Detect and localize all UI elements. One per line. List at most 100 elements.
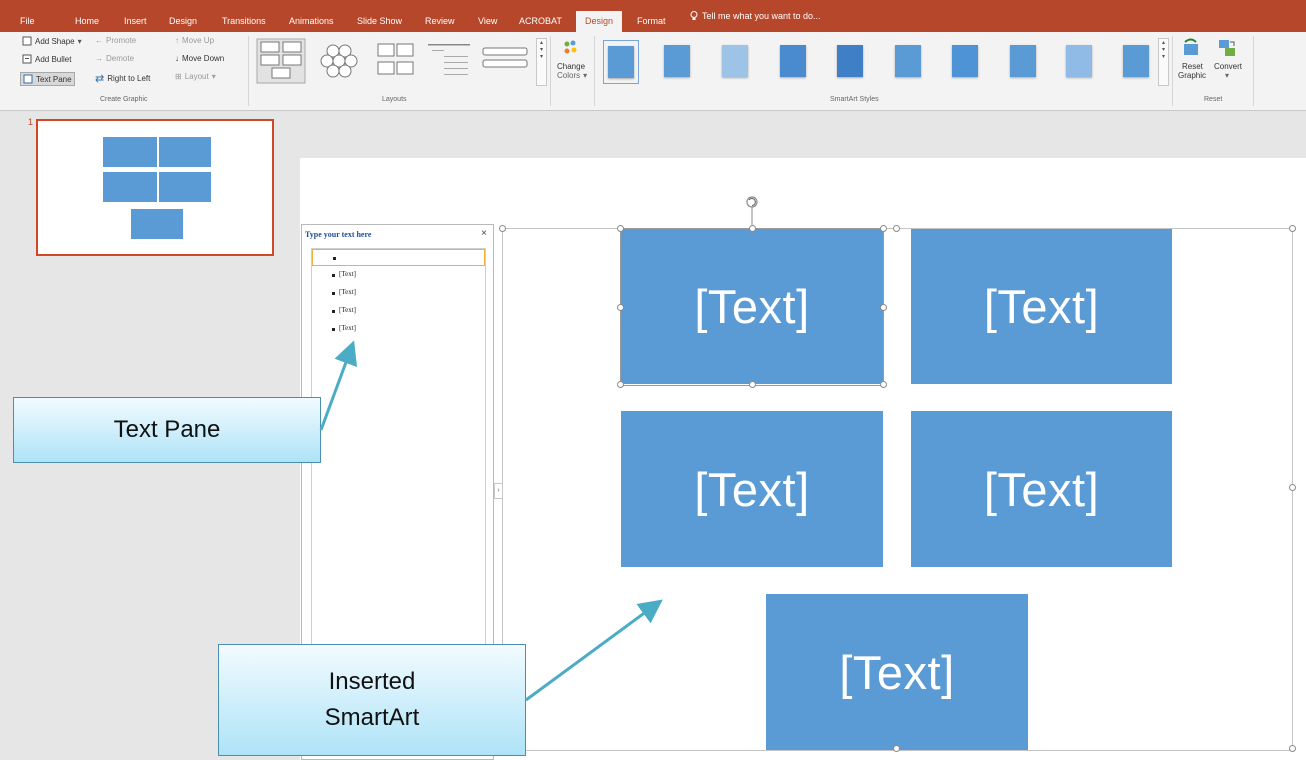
frame-resize-handle[interactable] <box>499 225 506 232</box>
lightbulb-icon <box>690 11 698 20</box>
smartart-style-option[interactable] <box>891 40 925 82</box>
frame-resize-handle[interactable] <box>1289 225 1296 232</box>
right-to-left-icon: ⇄ <box>95 73 105 85</box>
group-separator <box>1172 36 1173 106</box>
add-bullet-button[interactable]: Add Bullet <box>22 54 71 64</box>
move-down-button[interactable]: ↓ Move Down <box>175 54 224 63</box>
group-separator <box>1253 36 1254 106</box>
smartart-style-option[interactable] <box>776 40 810 82</box>
shape-resize-handle[interactable] <box>880 225 887 232</box>
move-up-arrow-icon: ↑ <box>175 36 179 45</box>
frame-resize-handle[interactable] <box>1289 484 1296 491</box>
convert-label: Convert <box>1214 62 1243 71</box>
smartart-style-option[interactable] <box>603 40 639 84</box>
add-shape-icon <box>22 36 32 46</box>
text-pane-active-line[interactable] <box>312 249 485 266</box>
layout-option-blocks[interactable] <box>370 38 420 84</box>
layouts-gallery-scroll[interactable]: ▴ ▾ ▾ <box>536 38 547 86</box>
callout-inserted-smartart: Inserted SmartArt <box>218 644 526 756</box>
tab-home[interactable]: Home <box>75 0 99 32</box>
slide-number: 1 <box>28 117 34 127</box>
layout-button[interactable]: ⊞ Layout ▾ <box>175 72 216 81</box>
frame-resize-handle[interactable] <box>1289 745 1296 752</box>
tab-slide-show[interactable]: Slide Show <box>357 0 402 32</box>
tab-transitions[interactable]: Transitions <box>222 0 266 32</box>
reset-group-label: Reset <box>1204 96 1223 103</box>
text-pane-item[interactable]: [Text] <box>339 270 356 278</box>
text-pane-toggle-grip[interactable]: › <box>494 483 503 499</box>
text-pane-item[interactable]: [Text] <box>339 324 356 332</box>
move-down-arrow-icon: ↓ <box>175 54 179 63</box>
ribbon-body: Add Shape ▾ Add Bullet Text Pane ← Promo… <box>0 32 1306 111</box>
tab-review[interactable]: Review <box>425 0 455 32</box>
change-colors-button[interactable]: Change Colors ▾ <box>554 38 592 93</box>
layout-option-hexagons[interactable] <box>314 38 364 84</box>
promote-arrow-icon: ← <box>95 36 103 45</box>
add-bullet-icon <box>22 54 32 64</box>
callout-smartart-label-1: Inserted <box>328 668 416 695</box>
shape-selection-border <box>620 228 884 386</box>
text-pane-button[interactable]: Text Pane <box>20 72 75 86</box>
layout-option-bars[interactable] <box>480 38 530 84</box>
right-to-left-label: Right to Left <box>107 74 151 83</box>
shape-resize-handle[interactable] <box>880 381 887 388</box>
right-to-left-button[interactable]: ⇄ Right to Left <box>95 72 150 85</box>
smartart-style-option[interactable] <box>660 40 694 82</box>
callout-text-pane: Text Pane <box>13 397 321 463</box>
group-separator <box>594 36 595 106</box>
smartart-style-option[interactable] <box>718 40 752 82</box>
tab-smartart-design[interactable]: Design <box>576 11 623 32</box>
smartart-style-option[interactable] <box>1062 40 1096 82</box>
frame-resize-handle[interactable] <box>893 225 900 232</box>
smartart-shape-4[interactable]: [Text] <box>911 411 1172 567</box>
move-up-button[interactable]: ↑ Move Up <box>175 36 214 45</box>
shape-resize-handle[interactable] <box>880 304 887 311</box>
tab-acrobat[interactable]: ACROBAT <box>519 0 562 32</box>
frame-resize-handle[interactable] <box>893 745 900 752</box>
tab-design[interactable]: Design <box>169 0 197 32</box>
smartart-style-option[interactable] <box>1119 40 1153 82</box>
text-pane-icon <box>23 74 33 84</box>
palette-icon <box>564 40 577 54</box>
reset-graphic-icon <box>1184 38 1198 55</box>
shape-resize-handle[interactable] <box>617 381 624 388</box>
tab-view[interactable]: View <box>478 0 497 32</box>
group-separator <box>248 36 249 106</box>
text-pane-title: Type your text here <box>305 230 372 239</box>
layout-icon: ⊞ <box>175 72 182 81</box>
layout-option-picture-grid[interactable] <box>256 38 306 84</box>
thumb-shape <box>102 136 158 168</box>
shape-resize-handle[interactable] <box>749 225 756 232</box>
smartart-shape-2[interactable]: [Text] <box>911 229 1172 384</box>
smartart-style-option[interactable] <box>948 40 982 82</box>
text-pane-item[interactable]: [Text] <box>339 306 356 314</box>
shape-resize-handle[interactable] <box>617 304 624 311</box>
demote-label: Demote <box>106 54 135 63</box>
smartart-style-option[interactable] <box>1006 40 1040 82</box>
close-icon[interactable]: × <box>481 228 487 239</box>
change-colors-label-2: Colors ▾ <box>557 71 588 80</box>
smartart-styles-group-label: SmartArt Styles <box>830 96 879 103</box>
shape-resize-handle[interactable] <box>617 225 624 232</box>
bullet-icon <box>332 292 335 295</box>
add-shape-button[interactable]: Add Shape ▾ <box>22 36 82 46</box>
tab-animations[interactable]: Animations <box>289 0 334 32</box>
text-pane-item[interactable]: [Text] <box>339 288 356 296</box>
demote-button[interactable]: → Demote <box>95 54 134 63</box>
slide-thumbnail-1[interactable] <box>36 119 274 256</box>
tab-insert[interactable]: Insert <box>124 0 147 32</box>
tell-me-box[interactable]: Tell me what you want to do... <box>690 0 821 32</box>
promote-button[interactable]: ← Promote <box>95 36 136 45</box>
smartart-style-option[interactable] <box>833 40 867 82</box>
reset-graphic-button[interactable]: Reset Graphic <box>1177 38 1207 93</box>
convert-button[interactable]: Convert ▾ <box>1211 38 1243 93</box>
bullet-icon <box>333 257 336 260</box>
shape-resize-handle[interactable] <box>749 381 756 388</box>
smartart-shape-5[interactable]: [Text] <box>766 594 1028 750</box>
layout-option-lined-list[interactable] <box>424 38 474 84</box>
smartart-shape-3[interactable]: [Text] <box>621 411 883 567</box>
thumb-shape <box>102 171 158 203</box>
tab-file[interactable]: File <box>20 0 35 32</box>
styles-gallery-scroll[interactable]: ▴ ▾ ▾ <box>1158 38 1169 86</box>
tab-format[interactable]: Format <box>637 0 666 32</box>
